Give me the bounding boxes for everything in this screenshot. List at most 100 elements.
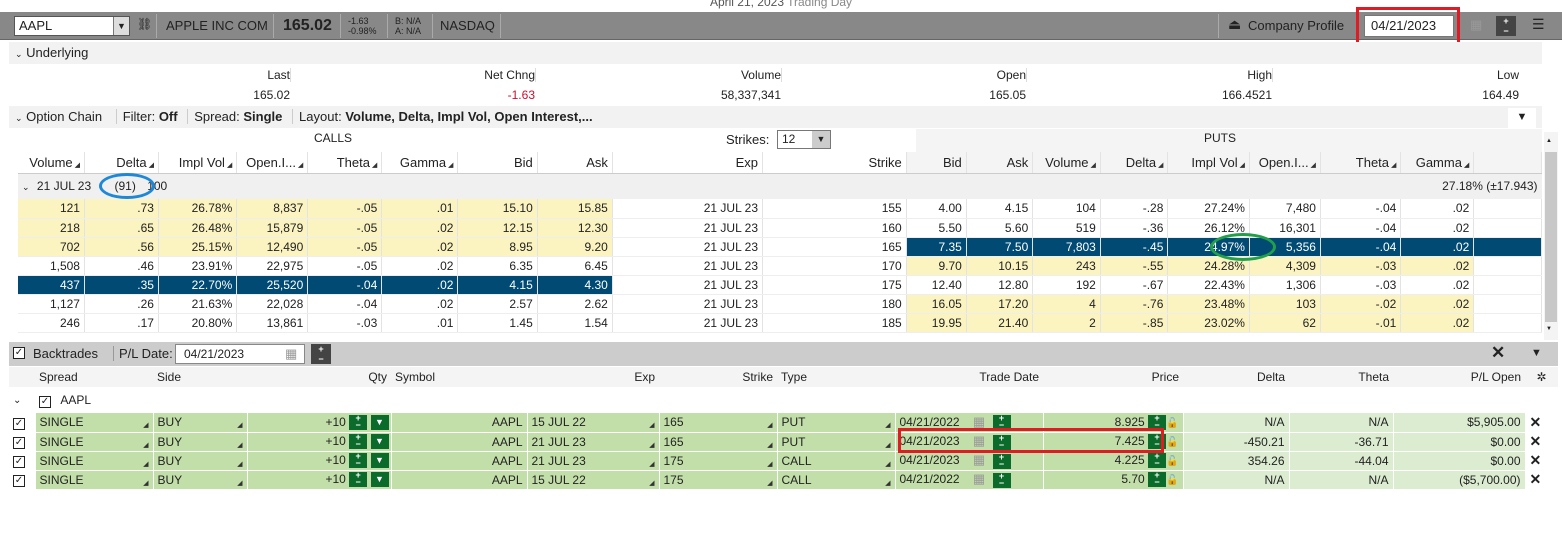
col-header[interactable]: Volume ◢ xyxy=(18,152,85,174)
put-cell[interactable]: 7,480 xyxy=(1249,199,1321,219)
option-chain-label[interactable]: Option Chain xyxy=(26,109,102,124)
filter-control[interactable]: Filter: Off xyxy=(115,109,178,124)
symbol-dropdown-icon[interactable]: ▼ xyxy=(113,17,129,35)
strikes-dropdown-icon[interactable]: ▼ xyxy=(812,131,830,148)
chain-row[interactable]: 437.35 22.70% 25,520 -.04.02 4.15 4.30 21 JUL … xyxy=(18,275,1542,295)
put-cell[interactable]: 4.15 xyxy=(966,199,1034,219)
call-cell[interactable]: .46 xyxy=(84,256,159,276)
col-header[interactable]: Gamma ◢ xyxy=(381,152,459,174)
put-cell[interactable]: 192 xyxy=(1032,275,1101,295)
put-cell[interactable]: 22.43% xyxy=(1167,275,1250,295)
trade-exp-cell[interactable]: 15 JUL 22 ◢ xyxy=(527,470,660,490)
trade-qty-cell[interactable]: +10 + − ▼ xyxy=(247,451,392,471)
call-cell[interactable]: 13,861 xyxy=(236,313,309,333)
trade-qty-cell[interactable]: +10 + − ▼ xyxy=(247,470,392,490)
trade-row[interactable]: ✓ SINGLE ◢ BUY ◢ +10 + − ▼ AAPL 21 JUL 23 ◢ 165… xyxy=(9,432,1558,452)
group-checkbox[interactable]: ✓ xyxy=(39,395,51,408)
trade-strike-cell[interactable]: 165 ◢ xyxy=(659,413,778,433)
put-cell[interactable]: 104 xyxy=(1032,199,1101,219)
call-cell[interactable]: 1.54 xyxy=(537,313,613,333)
call-cell[interactable]: 20.80% xyxy=(158,313,238,333)
call-cell[interactable]: 12.15 xyxy=(457,218,538,238)
call-cell[interactable]: 6.35 xyxy=(457,256,538,276)
trade-price-cell[interactable]: 5.70 + − 🔓 xyxy=(1043,470,1184,490)
put-cell[interactable]: -.76 xyxy=(1100,294,1169,314)
call-cell[interactable]: 23.91% xyxy=(158,256,238,276)
col-header[interactable]: Delta ◢ xyxy=(84,152,159,174)
put-cell[interactable]: .02 xyxy=(1400,237,1475,257)
trade-checkbox[interactable]: ✓ xyxy=(13,437,25,449)
trade-exp-cell[interactable]: 21 JUL 23 ◢ xyxy=(527,432,660,452)
trade-side-cell[interactable]: BUY ◢ xyxy=(153,451,248,471)
remove-trade-icon[interactable]: ✕ xyxy=(1525,451,1558,471)
qty-stepper[interactable]: + − xyxy=(349,471,368,488)
call-cell[interactable]: 1.45 xyxy=(457,313,538,333)
dropdown-corner-icon[interactable]: ◢ xyxy=(143,479,148,487)
col-header[interactable]: Type xyxy=(777,367,895,387)
dropdown-corner-icon[interactable]: ◢ xyxy=(885,479,890,487)
put-cell[interactable]: 243 xyxy=(1032,256,1101,276)
col-header[interactable]: Theta ◢ xyxy=(307,152,383,174)
dropdown-corner-icon[interactable]: ◢ xyxy=(143,421,148,429)
call-cell[interactable]: 12,490 xyxy=(236,237,309,257)
menu-icon[interactable]: ☰ xyxy=(1532,16,1545,33)
lock-icon[interactable]: 🔓 xyxy=(1166,456,1178,467)
call-cell[interactable]: 21.63% xyxy=(158,294,238,314)
put-cell[interactable]: 7.35 xyxy=(906,237,967,257)
scroll-up-icon[interactable]: ▲ xyxy=(1546,138,1552,144)
company-profile-button[interactable]: Company Profile xyxy=(1248,12,1344,40)
put-cell[interactable]: -.45 xyxy=(1100,237,1169,257)
lock-icon[interactable]: 🔓 xyxy=(1166,475,1178,486)
call-cell[interactable]: .02 xyxy=(381,218,459,238)
layout-control[interactable]: Layout: Volume, Delta, Impl Vol, Open In… xyxy=(292,109,593,124)
collapse-down-icon[interactable]: ▼ xyxy=(1508,108,1536,128)
call-cell[interactable]: 1,127 xyxy=(18,294,85,314)
call-cell[interactable]: 22.70% xyxy=(158,275,238,295)
put-cell[interactable]: .02 xyxy=(1400,256,1475,276)
eject-icon[interactable]: ⏏ xyxy=(1228,16,1242,34)
call-cell[interactable]: 2.57 xyxy=(457,294,538,314)
trade-exp-cell[interactable]: 21 JUL 23 ◢ xyxy=(527,451,660,471)
col-header[interactable]: Impl Vol ◢ xyxy=(158,152,238,174)
trade-type-cell[interactable]: CALL ◢ xyxy=(777,451,896,471)
trade-checkbox[interactable]: ✓ xyxy=(13,417,25,430)
calendar-icon[interactable]: ▦ xyxy=(285,346,297,362)
col-header[interactable]: Strike xyxy=(659,367,777,387)
dropdown-corner-icon[interactable]: ◢ xyxy=(237,479,242,487)
qty-dropdown-icon[interactable]: ▼ xyxy=(370,453,389,469)
qty-stepper[interactable]: + − xyxy=(349,452,368,469)
call-cell[interactable]: 2.62 xyxy=(537,294,613,314)
pl-date-stepper[interactable]: + − xyxy=(311,344,331,364)
call-cell[interactable]: 8.95 xyxy=(457,237,538,257)
qty-stepper[interactable]: + − xyxy=(349,433,368,450)
col-header[interactable]: Symbol xyxy=(391,367,527,387)
put-cell[interactable]: 103 xyxy=(1249,294,1321,314)
trade-checkbox[interactable]: ✓ xyxy=(13,475,25,487)
dropdown-corner-icon[interactable]: ◢ xyxy=(885,460,890,468)
trade-date-cell[interactable]: 04/21/2022 ▦ + − xyxy=(895,470,1044,490)
trade-qty-cell[interactable]: +10 + − ▼ xyxy=(247,413,392,433)
call-cell[interactable]: .02 xyxy=(381,294,459,314)
call-cell[interactable]: 218 xyxy=(18,218,85,238)
trade-side-cell[interactable]: BUY ◢ xyxy=(153,470,248,490)
trade-check-cell[interactable]: ✓ xyxy=(9,413,36,433)
call-cell[interactable]: -.05 xyxy=(307,237,383,257)
chevron-down-icon[interactable]: ⌄ xyxy=(9,387,35,413)
expiry-row[interactable]: ⌄ 21 JUL 23 (91) 100 27.18% (±17.943) xyxy=(18,173,1542,199)
put-cell[interactable]: 10.15 xyxy=(966,256,1034,276)
put-cell[interactable]: 4 xyxy=(1032,294,1101,314)
chevron-down-icon[interactable]: ⌄ xyxy=(15,113,23,123)
trade-type-cell[interactable]: CALL ◢ xyxy=(777,470,896,490)
trade-check-cell[interactable]: ✓ xyxy=(9,470,36,490)
trade-side-cell[interactable]: BUY ◢ xyxy=(153,432,248,452)
put-cell[interactable]: 21.40 xyxy=(966,313,1034,333)
call-cell[interactable]: .35 xyxy=(84,275,159,295)
call-cell[interactable]: 26.78% xyxy=(158,199,238,219)
trade-strike-cell[interactable]: 165 ◢ xyxy=(659,432,778,452)
put-cell[interactable]: 5.50 xyxy=(906,218,967,238)
scroll-down-icon[interactable]: ▼ xyxy=(1546,326,1552,332)
underlying-header[interactable]: ⌄ Underlying xyxy=(9,42,1542,64)
col-header[interactable]: Price xyxy=(1043,367,1183,387)
trade-row[interactable]: ✓ SINGLE ◢ BUY ◢ +10 + − ▼ AAPL 15 JUL 22 ◢ 175… xyxy=(9,470,1558,490)
call-cell[interactable]: 9.20 xyxy=(537,237,613,257)
